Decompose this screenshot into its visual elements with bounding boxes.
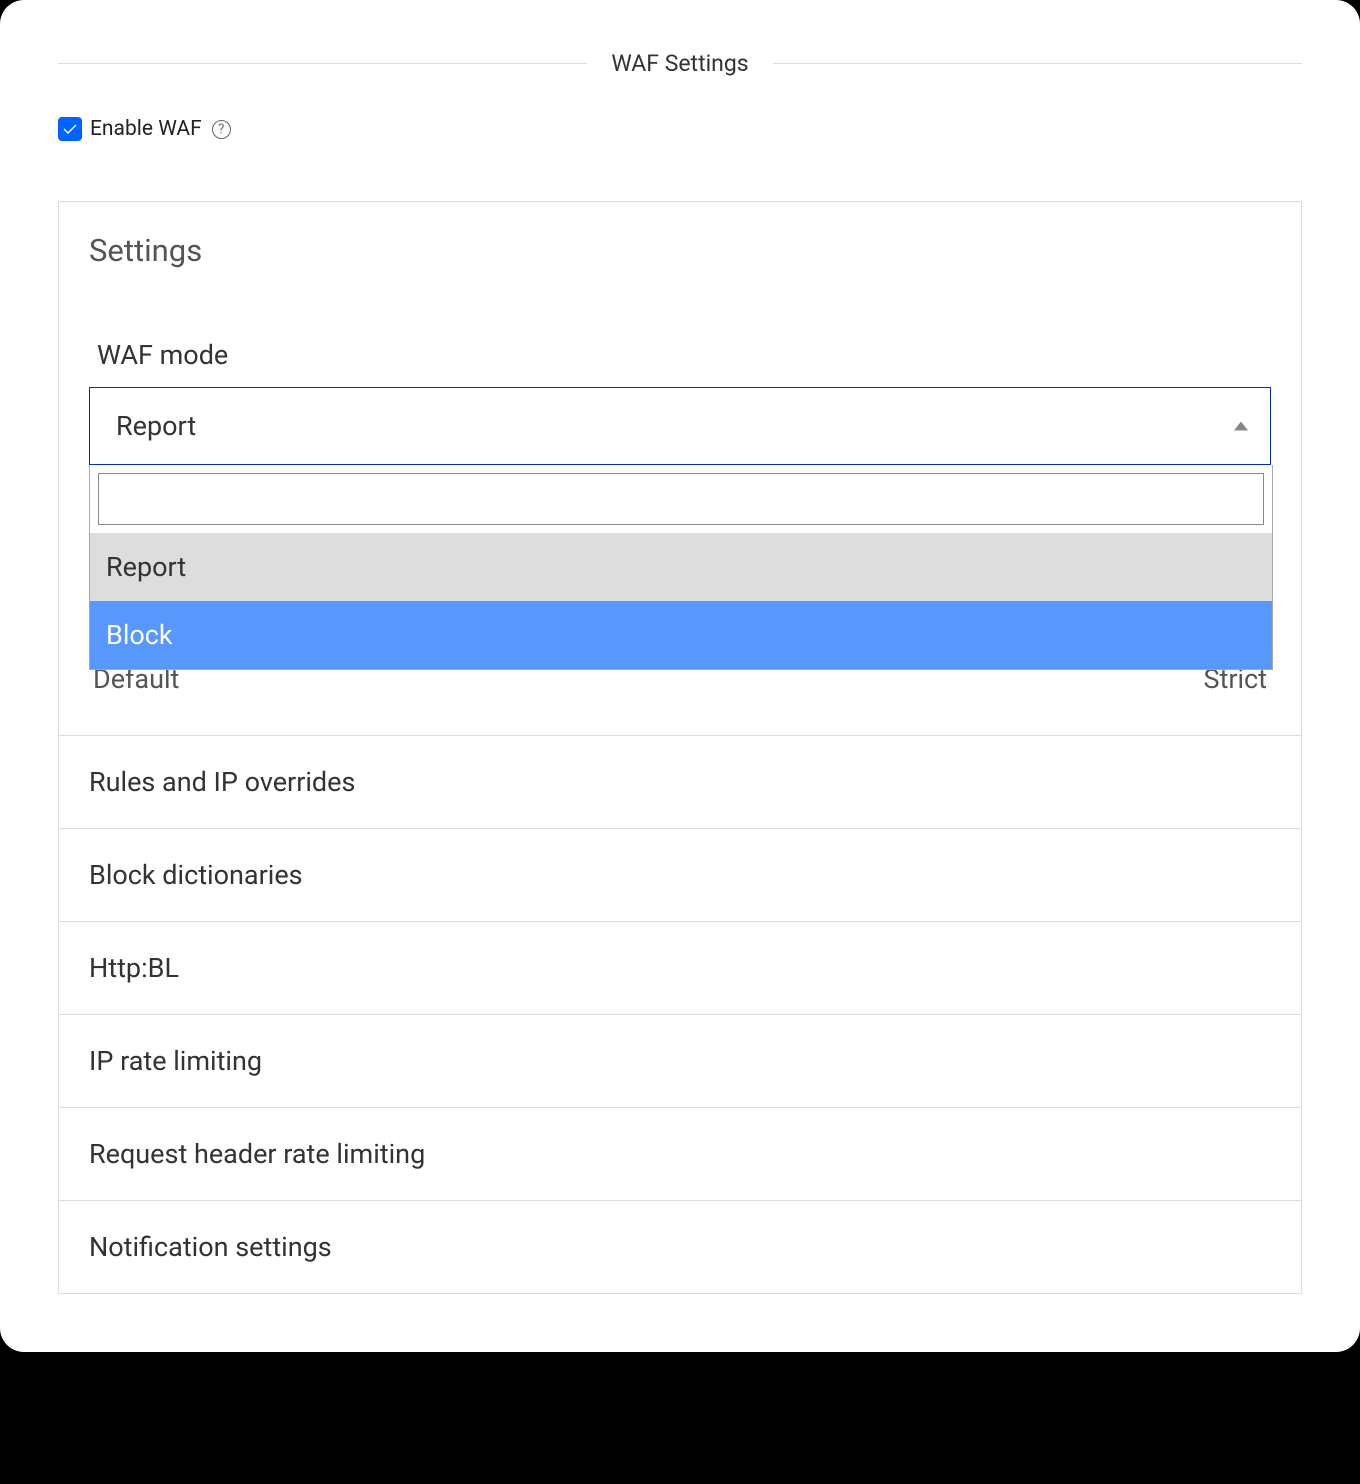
chevron-up-icon	[1234, 422, 1248, 431]
waf-mode-select-wrapper: Report Report Block	[89, 387, 1271, 465]
checkmark-icon	[62, 121, 78, 137]
help-icon[interactable]: ?	[212, 120, 231, 139]
section-label: Rules and IP overrides	[89, 766, 355, 798]
dropdown-option-block[interactable]: Block	[90, 601, 1272, 669]
settings-panel: Settings WAF mode Report Report Block De…	[58, 201, 1302, 1294]
divider-right	[773, 63, 1302, 64]
dropdown-option-report[interactable]: Report	[90, 533, 1272, 601]
section-ip-rate-limiting[interactable]: IP rate limiting	[59, 1014, 1301, 1107]
enable-waf-label: Enable WAF	[90, 117, 202, 141]
section-notification-settings[interactable]: Notification settings	[59, 1200, 1301, 1293]
waf-mode-dropdown: Report Block	[89, 465, 1273, 670]
settings-window: WAF Settings Enable WAF ? Settings WAF m…	[0, 0, 1360, 1352]
section-rules-ip-overrides[interactable]: Rules and IP overrides	[59, 735, 1301, 828]
waf-mode-select[interactable]: Report	[89, 387, 1271, 465]
divider-left	[58, 63, 587, 64]
section-label: Request header rate limiting	[89, 1138, 425, 1170]
dropdown-search-input[interactable]	[98, 473, 1264, 525]
section-http-bl[interactable]: Http:BL	[59, 921, 1301, 1014]
section-label: Http:BL	[89, 952, 179, 984]
waf-mode-label: WAF mode	[97, 339, 1271, 371]
settings-section: Settings WAF mode Report Report Block De…	[59, 202, 1301, 735]
dropdown-search-wrapper	[90, 465, 1272, 533]
section-block-dictionaries[interactable]: Block dictionaries	[59, 828, 1301, 921]
page-title: WAF Settings	[587, 50, 772, 77]
enable-waf-checkbox[interactable]	[58, 117, 82, 141]
settings-title: Settings	[89, 232, 1271, 269]
waf-mode-value: Report	[116, 410, 196, 442]
section-label: IP rate limiting	[89, 1045, 262, 1077]
enable-waf-row: Enable WAF ?	[58, 117, 1302, 141]
section-label: Block dictionaries	[89, 859, 303, 891]
header: WAF Settings	[58, 50, 1302, 77]
section-label: Notification settings	[89, 1231, 332, 1263]
section-request-header-rate-limiting[interactable]: Request header rate limiting	[59, 1107, 1301, 1200]
